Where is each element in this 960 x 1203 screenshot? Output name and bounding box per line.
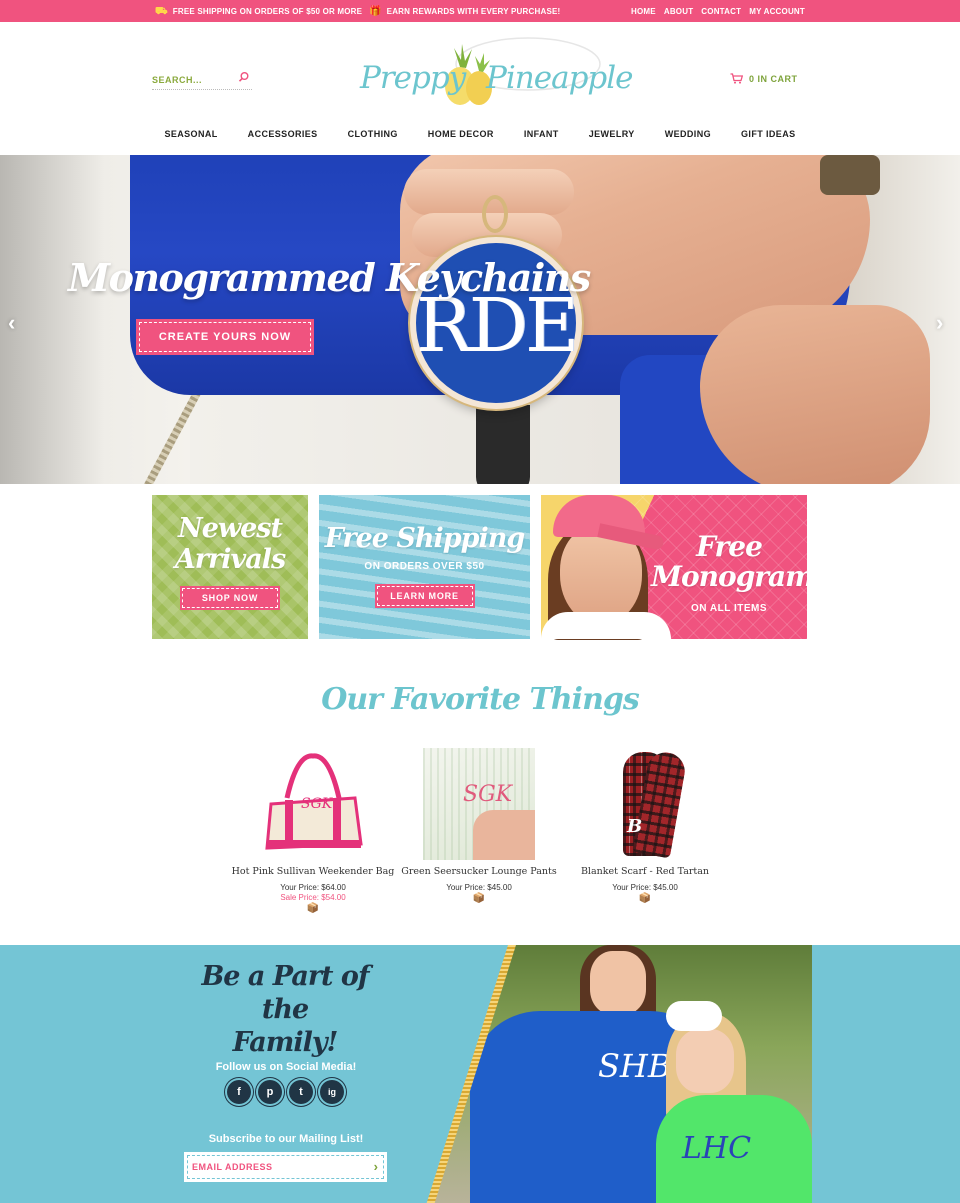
product-monogram: SGK — [301, 796, 333, 812]
slider-prev-icon[interactable]: ‹ — [8, 310, 15, 336]
nav-gift-ideas[interactable]: GIFT IDEAS — [741, 129, 796, 139]
product-card[interactable]: SGK Hot Pink Sullivan Weekender Bag Your… — [228, 748, 398, 914]
product-price: Your Price: $64.00 — [280, 883, 346, 892]
product-name[interactable]: Hot Pink Sullivan Weekender Bag — [228, 866, 398, 877]
email-field[interactable] — [185, 1153, 345, 1181]
nav-infant[interactable]: INFANT — [524, 129, 559, 139]
product-price: Your Price: $45.00 — [446, 883, 512, 892]
logo-word-pineapple: Pineapple — [486, 60, 634, 96]
product-image-weekender-bag[interactable]: SGK — [257, 748, 369, 860]
tile-monograms-line2: Monograms — [651, 560, 807, 593]
instagram-icon[interactable]: ig — [320, 1080, 344, 1104]
free-shipping-tile[interactable]: Free Shipping ON ORDERS OVER $50 LEARN M… — [319, 495, 530, 639]
top-links: HOME ABOUT CONTACT MY ACCOUNT — [631, 7, 805, 16]
family-photo: SHB LHC — [430, 945, 812, 1203]
box-icon: 📦 — [472, 893, 486, 904]
truck-icon: ⛟ — [155, 5, 168, 17]
search-input[interactable] — [152, 75, 232, 85]
search-box — [152, 70, 252, 90]
social-links: f p t ig — [227, 1080, 344, 1104]
follow-label: Follow us on Social Media! — [215, 1061, 357, 1073]
tile-monograms-line1: Free — [696, 530, 763, 563]
gift-icon: 🎁 — [369, 5, 382, 17]
tile-monograms-sub: ON ALL ITEMS — [691, 603, 767, 614]
photo-face — [590, 951, 646, 1015]
product-sale-price: Sale Price: $54.00 — [280, 893, 346, 902]
top-link-contact[interactable]: CONTACT — [701, 7, 741, 16]
box-icon: 📦 — [306, 903, 320, 914]
tile-newest-line1: Newest — [178, 513, 283, 544]
rewards-promo-text: EARN REWARDS WITH EVERY PURCHASE! — [386, 7, 561, 16]
cart-icon — [730, 73, 743, 84]
top-link-about[interactable]: ABOUT — [664, 7, 693, 16]
site-logo[interactable]: Preppy Pineapple — [358, 34, 634, 114]
product-price: Your Price: $45.00 — [612, 883, 678, 892]
family-section: SHB LHC Be a Part of the Family! Follow … — [0, 945, 960, 1203]
newest-arrivals-tile[interactable]: Newest Arrivals SHOP NOW — [152, 495, 308, 639]
photo-hair-bow — [666, 1001, 722, 1031]
product-card[interactable]: SGK Green Seersucker Lounge Pants Your P… — [394, 748, 564, 904]
top-link-my-account[interactable]: MY ACCOUNT — [749, 7, 805, 16]
family-title-line1: Be a Part of the — [201, 961, 369, 1025]
top-link-home[interactable]: HOME — [631, 7, 656, 16]
learn-more-button[interactable]: LEARN MORE — [374, 584, 475, 608]
photo-monogram-2: LHC — [682, 1131, 752, 1166]
nav-wedding[interactable]: WEDDING — [665, 129, 711, 139]
nav-clothing[interactable]: CLOTHING — [348, 129, 398, 139]
shop-now-button[interactable]: SHOP NOW — [180, 586, 280, 610]
product-monogram: SGK — [463, 782, 513, 807]
hero-bg-hand-2 — [700, 305, 930, 484]
facebook-icon[interactable]: f — [227, 1080, 251, 1104]
logo-word-preppy: Preppy — [360, 60, 466, 96]
newsletter-form: › — [184, 1152, 387, 1182]
nav-seasonal[interactable]: SEASONAL — [164, 129, 217, 139]
shipping-promo: ⛟ FREE SHIPPING ON ORDERS OF $50 OR MORE — [155, 5, 363, 17]
nav-jewelry[interactable]: JEWELRY — [589, 129, 635, 139]
top-promo-bar: ⛟ FREE SHIPPING ON ORDERS OF $50 OR MORE… — [0, 0, 960, 22]
cart-link[interactable]: 0 IN CART — [730, 73, 798, 84]
nav-accessories[interactable]: ACCESSORIES — [248, 129, 318, 139]
cart-count-label: 0 IN CART — [749, 73, 798, 84]
keychain-strap — [476, 405, 530, 484]
product-monogram: B — [627, 816, 643, 837]
family-title: Be a Part of the Family! — [190, 961, 380, 1060]
rewards-promo: 🎁 EARN REWARDS WITH EVERY PURCHASE! — [369, 5, 561, 17]
favorites-title: Our Favorite Things — [321, 682, 640, 717]
tile-newest-line2: Arrivals — [174, 544, 286, 575]
main-nav: SEASONAL ACCESSORIES CLOTHING HOME DECOR… — [0, 129, 960, 139]
product-image-tartan-scarf[interactable]: B — [589, 748, 701, 860]
shipping-promo-text: FREE SHIPPING ON ORDERS OF $50 OR MORE — [172, 7, 363, 16]
family-title-line2: Family! — [232, 1026, 339, 1058]
tile-photo-shirt — [541, 612, 671, 639]
create-yours-button[interactable]: CREATE YOURS NOW — [136, 319, 314, 355]
box-icon: 📦 — [638, 893, 652, 904]
hero-bg-watch — [820, 155, 880, 195]
product-name[interactable]: Green Seersucker Lounge Pants — [394, 866, 564, 877]
nav-home-decor[interactable]: HOME DECOR — [428, 129, 494, 139]
product-image-lounge-pants[interactable]: SGK — [423, 748, 535, 860]
slider-next-icon[interactable]: › — [936, 310, 943, 336]
subscribe-label: Subscribe to our Mailing List! — [208, 1133, 364, 1145]
photo-monogram-1: SHB — [598, 1047, 672, 1085]
twitter-icon[interactable]: t — [289, 1080, 313, 1104]
photo-face-2 — [676, 1029, 734, 1093]
keyring — [482, 195, 508, 233]
product-name[interactable]: Blanket Scarf - Red Tartan — [560, 866, 730, 877]
tile-shipping-title: Free Shipping — [324, 523, 526, 554]
hero-headline: Monogrammed Keychains — [68, 255, 591, 300]
product-card[interactable]: B Blanket Scarf - Red Tartan Your Price:… — [560, 748, 730, 904]
tile-shipping-sub: ON ORDERS OVER $50 — [364, 561, 485, 572]
pinterest-icon[interactable]: p — [258, 1080, 282, 1104]
submit-arrow-icon[interactable]: › — [374, 1159, 378, 1174]
hero-slider: RDE Monogrammed Keychains CREATE YOURS N… — [0, 155, 960, 484]
search-icon[interactable] — [238, 71, 250, 83]
